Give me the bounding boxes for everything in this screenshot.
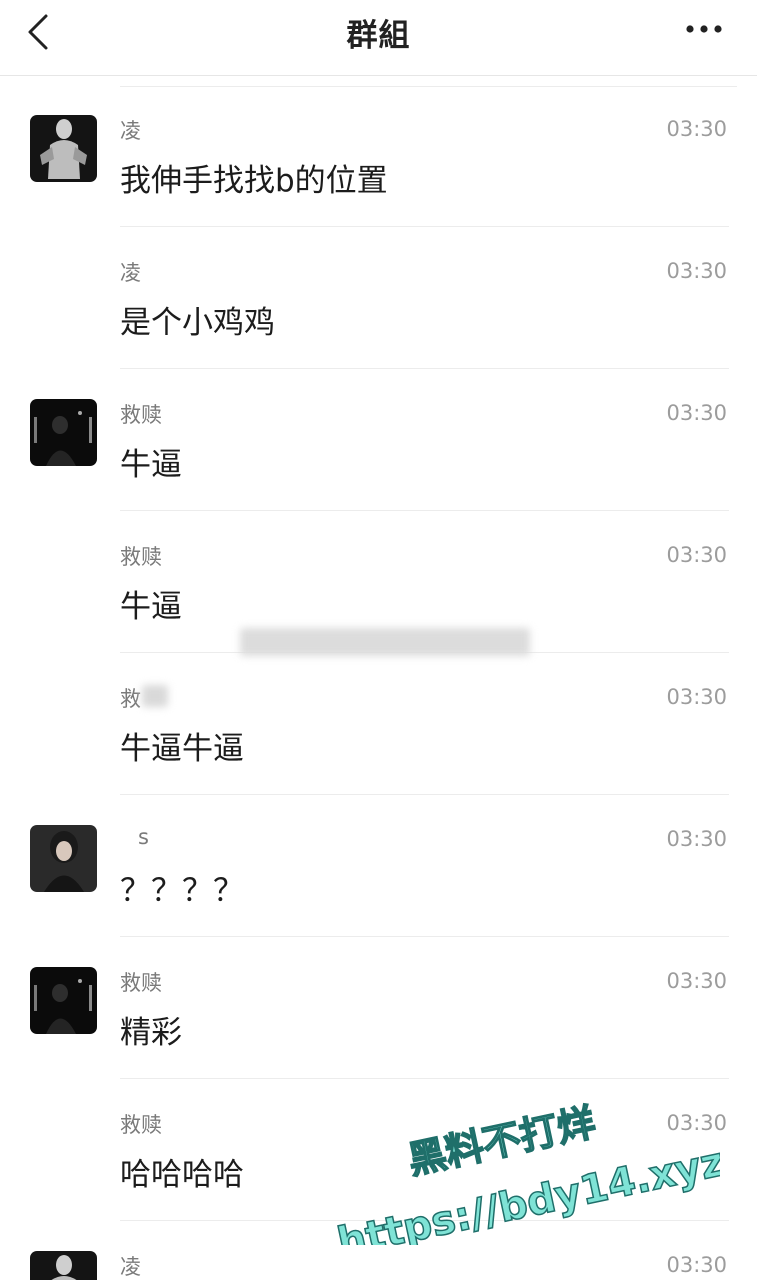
message-time: 03:30 (666, 969, 727, 993)
message-time: 03:30 (666, 685, 727, 709)
avatar[interactable] (30, 399, 97, 466)
avatar[interactable] (30, 967, 97, 1034)
message-item[interactable]: 凌 03:30 是个小鸡鸡 (0, 227, 757, 369)
message-text: 牛逼牛逼 (120, 731, 244, 767)
message-item[interactable]: 救 03:30 牛逼牛逼 (0, 653, 757, 795)
message-text: 牛逼 (120, 589, 182, 625)
more-options-icon[interactable] (680, 14, 730, 44)
sender-name: 救赎 (120, 971, 162, 995)
redaction-blur (240, 628, 530, 656)
sender-name: s (138, 825, 149, 849)
message-time: 03:30 (666, 401, 727, 425)
watermark: 黑料不打烊 https://bdy14.xyz (333, 1099, 720, 1245)
sender-name: 凌 (120, 261, 141, 285)
sender-name: 救赎 (120, 545, 162, 569)
avatar[interactable] (30, 1251, 97, 1280)
message-item[interactable]: 救赎 03:30 牛逼 (0, 369, 757, 511)
message-item[interactable]: s 03:30 ？？？？ (0, 795, 757, 937)
avatar[interactable] (30, 115, 97, 182)
avatar[interactable] (30, 825, 97, 892)
message-item[interactable]: 凌 03:30 我伸手找找b的位置 (0, 85, 757, 227)
sender-name: 凌 (120, 119, 141, 143)
message-text: 是个小鸡鸡 (120, 305, 275, 341)
sender-name: 救赎 (120, 403, 162, 427)
message-text: 哈哈哈哈 (120, 1157, 244, 1193)
message-time: 03:30 (666, 259, 727, 283)
message-text: 牛逼 (120, 447, 182, 483)
redaction-blur (142, 685, 168, 707)
sender-name: 救赎 (120, 1113, 162, 1137)
page-title: 群組 (346, 18, 411, 54)
message-time: 03:30 (666, 543, 727, 567)
sender-name: 凌 (120, 1255, 141, 1279)
message-text: ？？？？ (120, 873, 244, 909)
message-text: 精彩 (120, 1015, 182, 1051)
message-time: 03:30 (666, 827, 727, 851)
message-time: 03:30 (666, 117, 727, 141)
top-bar: 群組 (0, 0, 757, 76)
message-time: 03:30 (666, 1253, 727, 1277)
message-item[interactable]: 救赎 03:30 精彩 (0, 937, 757, 1079)
sender-name: 救 (120, 687, 141, 711)
message-text: 我伸手找找b的位置 (120, 163, 388, 199)
